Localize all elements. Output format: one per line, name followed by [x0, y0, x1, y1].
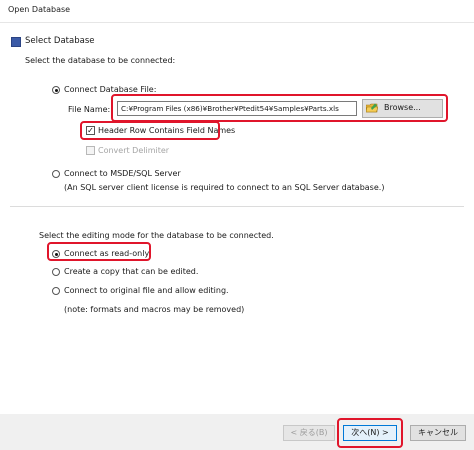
back-button: < 戻る(B) — [283, 425, 335, 441]
file-name-label: File Name: — [68, 105, 111, 114]
connect-sql-label: Connect to MSDE/SQL Server — [64, 169, 181, 178]
radio-connect-sql[interactable] — [52, 170, 60, 178]
original-label: Connect to original file and allow editi… — [64, 286, 229, 295]
radio-copy[interactable] — [52, 268, 60, 276]
convert-delimiter-label: Convert Delimiter — [98, 146, 170, 155]
db-prompt: Select the database to be connected: — [25, 56, 176, 65]
highlight-readonly — [47, 242, 151, 261]
highlight-next-button — [337, 418, 403, 448]
radio-original[interactable] — [52, 287, 60, 295]
edit-prompt: Select the editing mode for the database… — [39, 231, 274, 240]
convert-delimiter-checkbox — [86, 146, 95, 155]
window-title: Open Database — [8, 5, 71, 14]
copy-label: Create a copy that can be edited. — [64, 267, 199, 276]
radio-connect-file[interactable] — [52, 86, 60, 94]
highlight-file-path — [111, 94, 448, 122]
section-icon — [11, 37, 21, 47]
title-bar: Open Database — [0, 0, 474, 23]
sql-note: (An SQL server client license is require… — [64, 183, 385, 192]
cancel-button[interactable]: キャンセル — [410, 425, 466, 441]
section-divider — [10, 206, 464, 207]
connect-file-label: Connect Database File: — [64, 85, 157, 94]
highlight-header-row — [80, 121, 220, 140]
original-note: (note: formats and macros may be removed… — [64, 305, 245, 314]
section-header: Select Database — [25, 36, 95, 46]
